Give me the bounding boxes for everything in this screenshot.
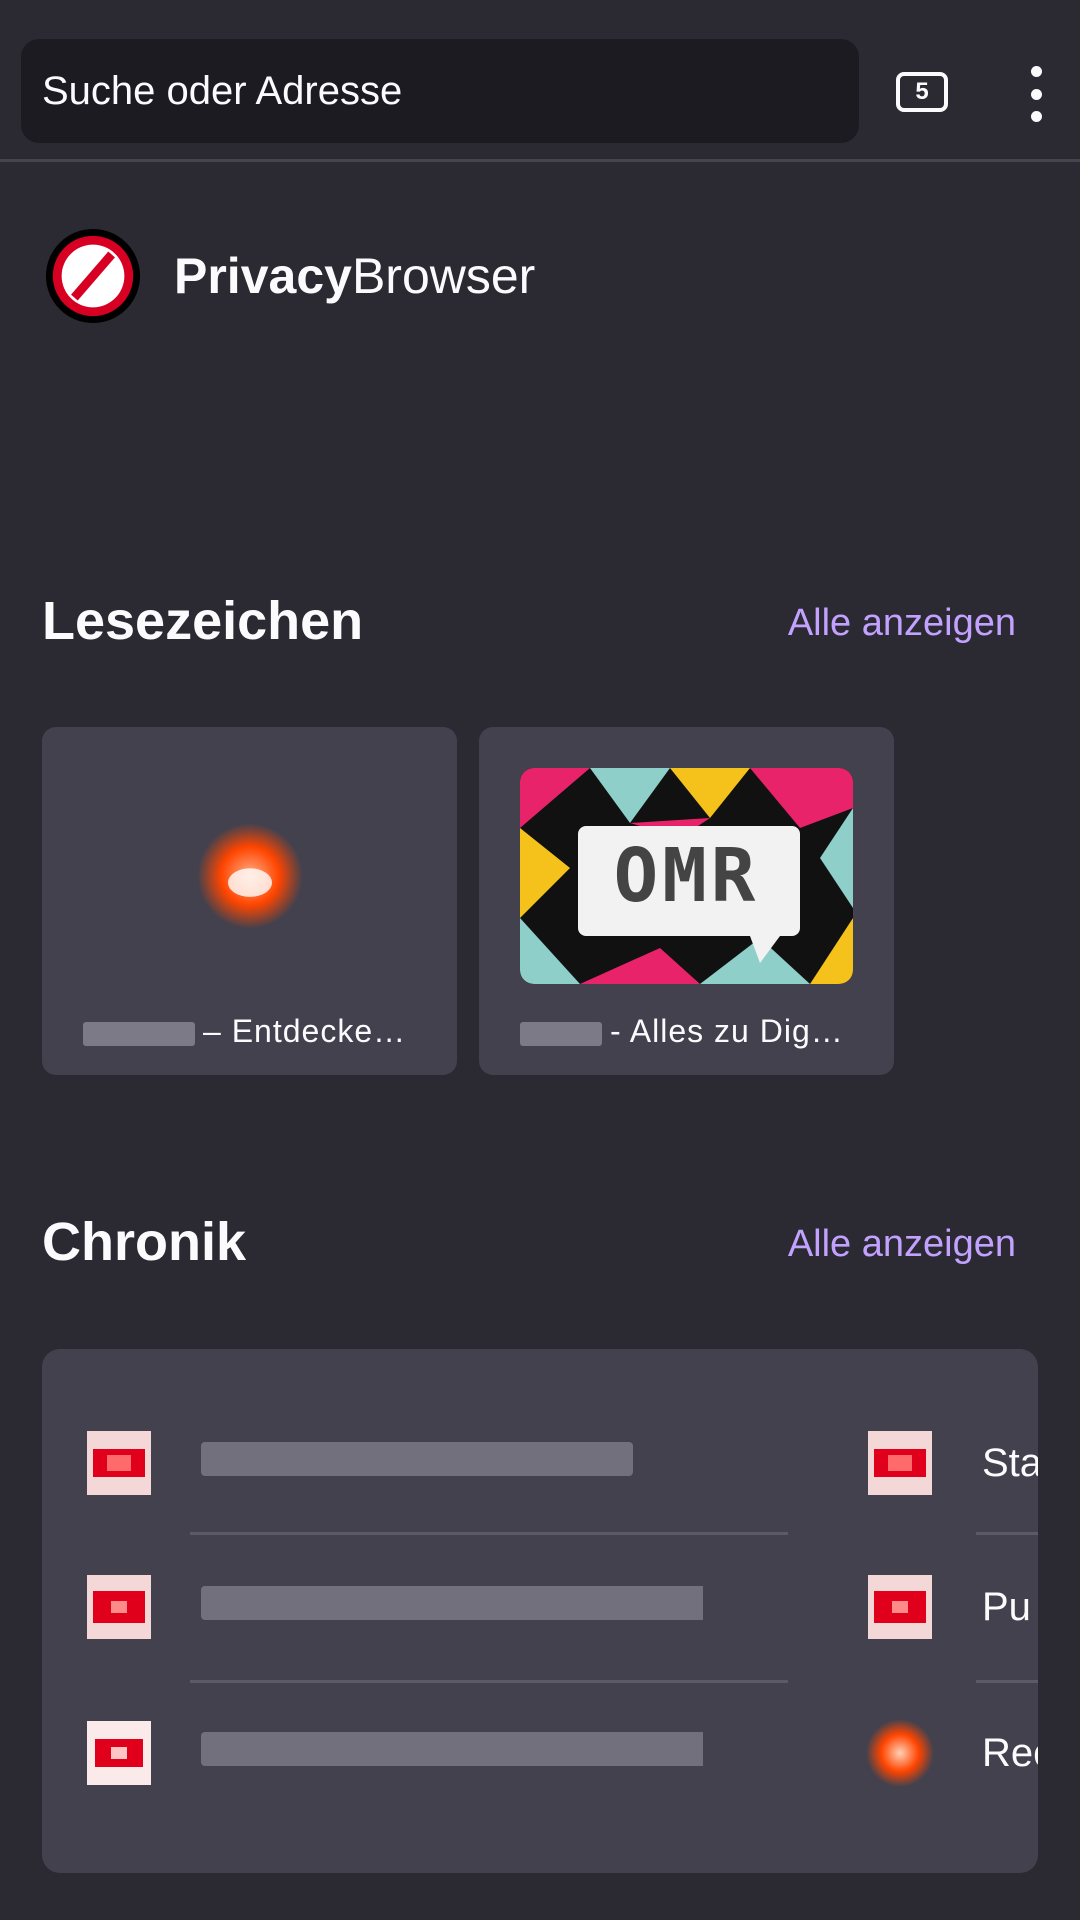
bookmark-card[interactable]: OMR - Alles zu Dig…	[479, 727, 894, 1075]
youtube-icon	[868, 1575, 932, 1639]
history-item-title: Pu	[982, 1584, 1031, 1629]
more-vertical-icon[interactable]	[1018, 62, 1054, 126]
bookmarks-heading: Lesezeichen	[42, 591, 364, 651]
tab-counter-button[interactable]: 5	[896, 72, 948, 112]
address-bar-placeholder: Suche oder Adresse	[42, 68, 403, 113]
no-entry-sign-icon	[45, 228, 141, 324]
history-item-title: Sta	[982, 1440, 1038, 1485]
youtube-icon	[87, 1431, 151, 1495]
address-bar[interactable]: Suche oder Adresse	[21, 39, 859, 143]
youtube-icon	[87, 1575, 151, 1639]
history-item[interactable]	[83, 1423, 663, 1503]
bookmarks-show-all-link[interactable]: Alle anzeigen	[788, 602, 1016, 645]
tab-count: 5	[915, 78, 929, 105]
divider	[190, 1680, 788, 1683]
bookmark-thumbnail: OMR	[520, 768, 853, 984]
bookmark-title: - Alles zu Dig…	[520, 1013, 860, 1057]
reddit-icon	[866, 1719, 934, 1787]
bookmark-thumbnail	[83, 768, 416, 984]
divider	[976, 1680, 1038, 1683]
history-panel: Sta Pu Rec	[42, 1349, 1038, 1873]
thumbnail-text: OMR	[613, 833, 760, 919]
history-item[interactable]: Pu	[864, 1567, 1038, 1647]
brand-name-bold: Privacy	[174, 248, 352, 304]
divider	[190, 1532, 788, 1535]
youtube-icon	[87, 1721, 151, 1785]
history-item[interactable]: Sta	[864, 1423, 1038, 1503]
history-item[interactable]	[83, 1567, 703, 1647]
history-item[interactable]	[83, 1713, 703, 1793]
history-heading: Chronik	[42, 1212, 247, 1272]
bookmark-card[interactable]: – Entdecke…	[42, 727, 457, 1075]
brand-name-regular: Browser	[351, 248, 536, 304]
history-item[interactable]: Rec	[864, 1713, 1038, 1793]
bookmark-title: – Entdecke…	[83, 1013, 423, 1057]
brand-wordmark: PrivacyBrowser	[174, 247, 535, 305]
youtube-icon	[868, 1431, 932, 1495]
browser-brand: PrivacyBrowser	[44, 226, 535, 326]
divider	[976, 1532, 1038, 1535]
reddit-icon	[196, 823, 303, 929]
history-item-title: Rec	[982, 1730, 1038, 1775]
browser-toolbar: Suche oder Adresse 5	[0, 0, 1080, 162]
history-show-all-link[interactable]: Alle anzeigen	[788, 1223, 1016, 1266]
